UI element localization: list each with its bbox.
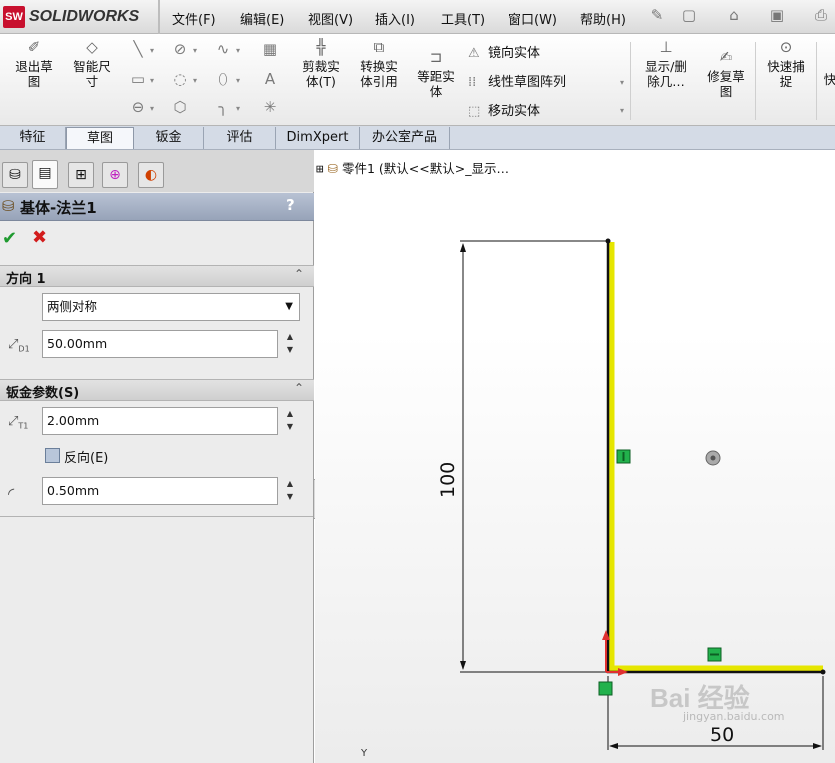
dimension-value-horizontal[interactable]: 50 bbox=[710, 724, 734, 746]
sketch-canvas bbox=[460, 238, 826, 750]
endpoint-top[interactable] bbox=[605, 238, 611, 244]
y-axis-label: Y bbox=[361, 748, 368, 759]
arrow-left-icon bbox=[609, 743, 618, 749]
arrow-right-icon bbox=[813, 743, 822, 749]
arrow-down-icon bbox=[460, 661, 466, 670]
arrow-up-icon bbox=[460, 243, 466, 252]
endpoint-right[interactable] bbox=[820, 669, 826, 675]
coincident-relation-icon[interactable] bbox=[598, 681, 613, 696]
dimension-value-vertical[interactable]: 100 bbox=[437, 462, 459, 498]
watermark-url: jingyan.baidu.com bbox=[683, 710, 785, 723]
